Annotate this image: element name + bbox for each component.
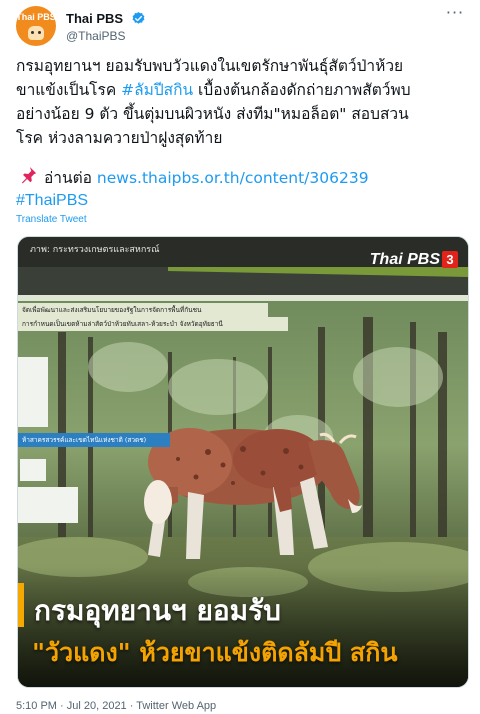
read-more-label: อ่านต่อ: [44, 169, 92, 187]
tweet-timestamp[interactable]: 5:10 PM · Jul 20, 2021 · Twitter Web App: [16, 700, 216, 712]
avatar[interactable]: Thai PBS: [16, 6, 56, 46]
pushpin-icon: [21, 167, 37, 184]
image-caption-subline: "วัวแดง" ห้วยขาแข้งติดลัมปี สกิน: [32, 638, 398, 667]
tweet-text: กรมอุทยานฯ ยอมรับพบวัวแดงในเขตรักษาพันธุ…: [16, 54, 468, 150]
tweet-line-pre: ขาแข้งเป็นโรค: [16, 81, 122, 99]
tweet-line: ขาแข้งเป็นโรค #ลัมปีสกิน เบื้องต้นกล้องด…: [16, 78, 468, 102]
channel-number-badge: 3: [442, 251, 458, 268]
article-link[interactable]: news.thaipbs.or.th/content/306239: [97, 169, 369, 187]
author-names: Thai PBS @ThaiPBS: [66, 8, 146, 43]
sign-blue-tag: ห้าสาครสวรรค์และเขตไทนิแห่งชาติ (สวดช): [18, 433, 170, 447]
photo-credit: ภาพ: กระทรวงเกษตรและสหกรณ์: [30, 245, 160, 255]
read-more-row: อ่านต่อ news.thaipbs.or.th/content/30623…: [20, 166, 468, 190]
tweet-line: อย่างน้อย 9 ตัว ขึ้นตุ่มบนผิวหนัง ส่งทีม…: [16, 105, 409, 123]
hashtag-link[interactable]: #ลัมปีสกิน: [121, 81, 193, 99]
hashtag-thaipbs-link[interactable]: #ThaiPBS: [16, 190, 88, 212]
image-caption-headline: กรมอุทยานฯ ยอมรับ: [34, 594, 281, 627]
tweet-line: โรค ห่วงลามควายป่าฝูงสุดท้าย: [16, 129, 223, 147]
tweet-line: กรมอุทยานฯ ยอมรับพบวัวแดงในเขตรักษาพันธุ…: [16, 57, 404, 75]
thaipbs-watermark: Thai PBS: [369, 251, 440, 268]
tweet-media-image[interactable]: ภาพ: กระทรวงเกษตรและสหกรณ์ Thai PBS 3 จั…: [17, 236, 469, 688]
handle[interactable]: @ThaiPBS: [66, 29, 146, 43]
more-options-icon[interactable]: ···: [444, 5, 466, 24]
avatar-mascot-icon: [28, 26, 44, 40]
verified-badge-icon: [132, 11, 145, 24]
caption-accent-bar: [18, 583, 24, 627]
tweet-header: Thai PBS Thai PBS @ThaiPBS ···: [16, 5, 468, 46]
sign-banner-line-2: การกำหนดเป็นเขตห้ามล่าสัตว์ป่าห้วยทับเสล…: [18, 317, 288, 331]
tweet-line-post: เบื้องต้นกล้องดักถ่ายภาพสัตว์พบ: [193, 81, 411, 99]
avatar-logo-text: Thai PBS: [16, 12, 56, 22]
sign-banner-line-1: จัดเพื่อพัฒนาและส่งเสริมนโยบายของรัฐในกา…: [18, 303, 268, 317]
translate-tweet-link[interactable]: Translate Tweet: [16, 214, 87, 225]
display-name[interactable]: Thai PBS: [66, 11, 123, 26]
